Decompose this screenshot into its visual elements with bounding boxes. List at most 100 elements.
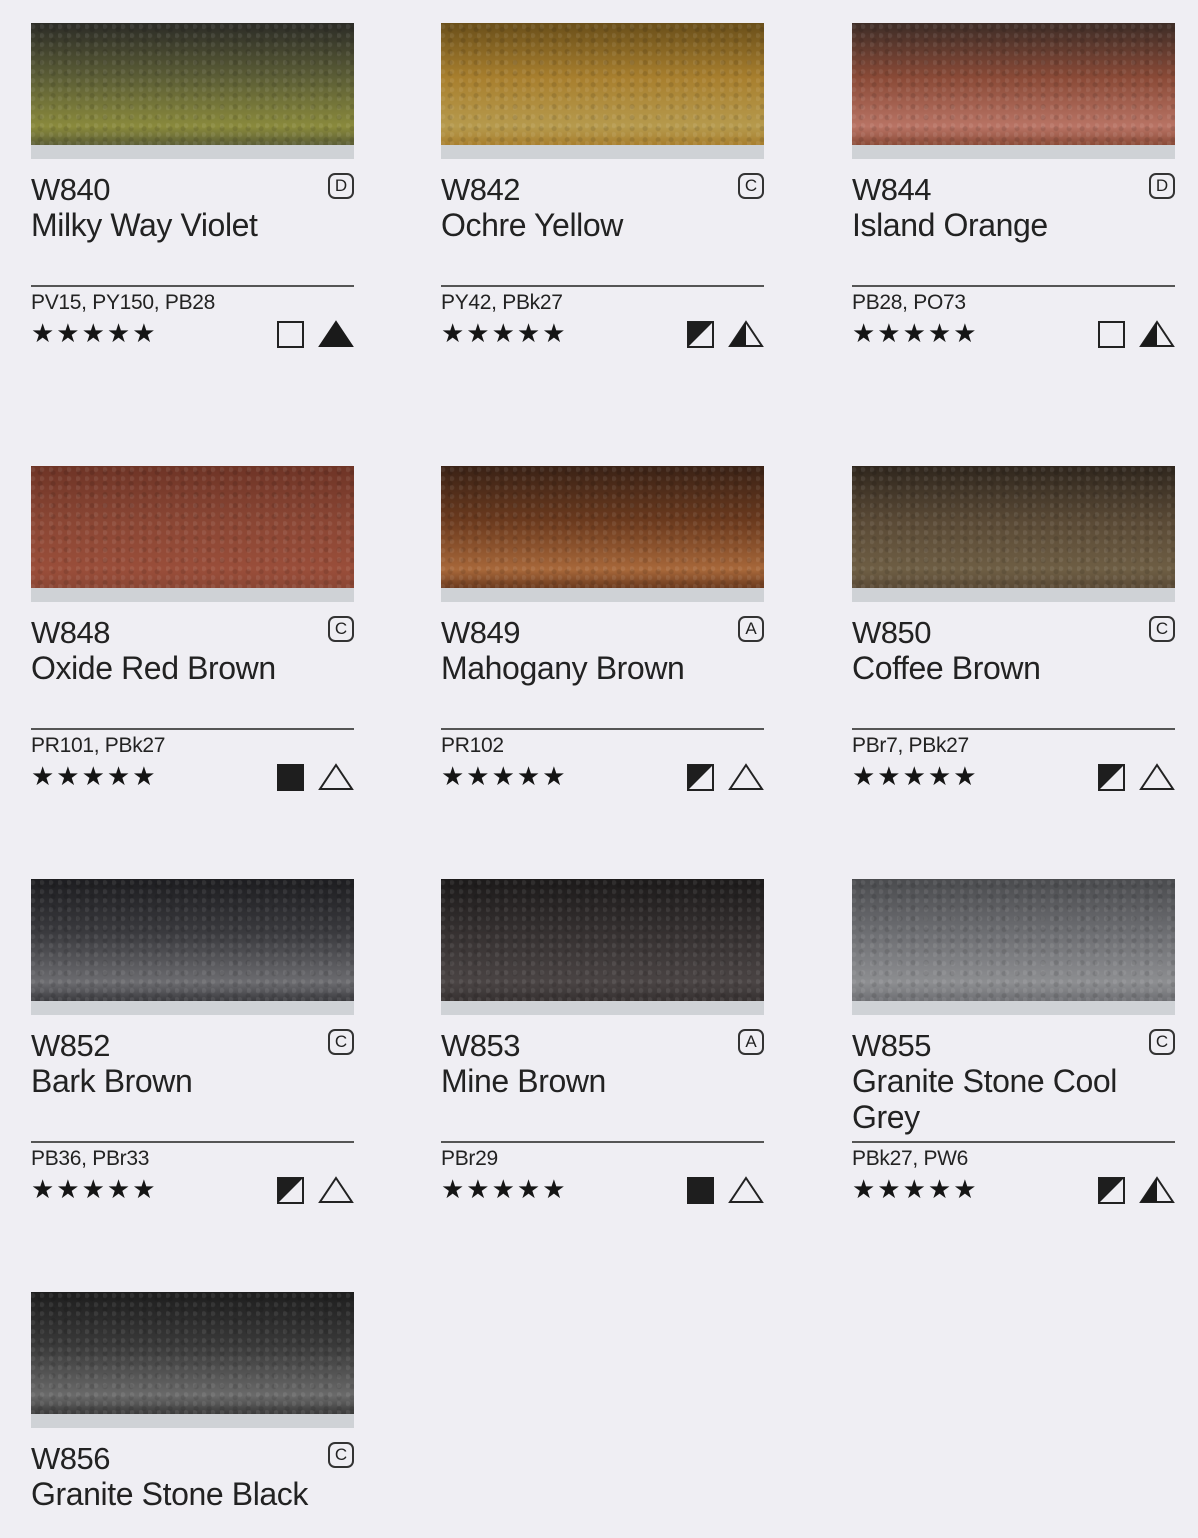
color-name: Coffee Brown [852,650,1041,686]
divider [852,1141,1175,1143]
staining-high-icon [318,320,354,347]
opacity-semi-icon [1098,763,1125,791]
color-name: Island Orange [852,207,1048,243]
staining-medium-icon [1139,1176,1175,1203]
color-swatch [31,466,354,602]
pigment-codes: PB28, PO73 [852,291,966,314]
permanence-badge: C [1149,1029,1175,1055]
opacity-semi-icon [277,1176,304,1204]
opacity-semi-icon [687,320,714,348]
pigment-codes: PR102 [441,734,504,757]
color-swatch [441,466,764,602]
lightfastness-stars: ★★★★★ [31,1174,158,1204]
swatch-card: W848 C Oxide Red Brown PR101, PBk27 ★★★★… [31,466,354,791]
staining-low-icon [728,1176,764,1203]
pigment-codes: PY42, PBk27 [441,291,563,314]
swatch-card: W850 C Coffee Brown PBr7, PBk27 ★★★★★ [852,466,1175,791]
swatch-card: W853 A Mine Brown PBr29 ★★★★★ [441,879,764,1204]
property-icons [1098,1176,1175,1204]
swatch-card: W855 C Granite Stone Cool Grey PBk27, PW… [852,879,1175,1204]
swatch-card: W856 C Granite Stone Black [31,1292,354,1512]
color-swatch [31,879,354,1015]
opacity-opaque-icon [687,1176,714,1204]
divider [852,285,1175,287]
permanence-badge: C [738,173,764,199]
color-code: W856 [31,1441,110,1476]
lightfastness-stars: ★★★★★ [852,318,979,348]
lightfastness-stars: ★★★★★ [852,761,979,791]
divider [441,728,764,730]
property-icons [687,320,764,348]
pigment-codes: PB36, PBr33 [31,1147,150,1170]
color-swatch [441,879,764,1015]
color-name: Bark Brown [31,1063,193,1099]
color-code: W844 [852,172,931,207]
property-icons [1098,320,1175,348]
opacity-transparent-icon [1098,320,1125,348]
permanence-badge: C [328,616,354,642]
lightfastness-stars: ★★★★★ [852,1174,979,1204]
color-code: W848 [31,615,110,650]
permanence-badge: C [328,1442,354,1468]
color-name: Mahogany Brown [441,650,685,686]
permanence-badge: D [1149,173,1175,199]
swatch-card: W852 C Bark Brown PB36, PBr33 ★★★★★ [31,879,354,1204]
lightfastness-stars: ★★★★★ [441,318,568,348]
swatch-card: W842 C Ochre Yellow PY42, PBk27 ★★★★★ [441,23,764,348]
lightfastness-stars: ★★★★★ [31,318,158,348]
color-name: Granite Stone Cool Grey [852,1063,1117,1135]
swatch-card: W849 A Mahogany Brown PR102 ★★★★★ [441,466,764,791]
lightfastness-stars: ★★★★★ [441,761,568,791]
opacity-transparent-icon [277,320,304,348]
permanence-badge: D [328,173,354,199]
color-swatch [441,23,764,159]
color-swatch [852,879,1175,1015]
pigment-codes: PBk27, PW6 [852,1147,969,1170]
color-swatch [852,23,1175,159]
divider [852,728,1175,730]
staining-low-icon [1139,763,1175,790]
opacity-semi-icon [1098,1176,1125,1204]
property-icons [687,1176,764,1204]
opacity-semi-icon [687,763,714,791]
pigment-codes: PBr7, PBk27 [852,734,969,757]
permanence-badge: C [1149,616,1175,642]
lightfastness-stars: ★★★★★ [31,761,158,791]
property-icons [687,763,764,791]
divider [441,1141,764,1143]
color-name: Milky Way Violet [31,207,258,243]
color-name: Ochre Yellow [441,207,623,243]
property-icons [1098,763,1175,791]
property-icons [277,320,354,348]
permanence-badge: C [328,1029,354,1055]
divider [441,285,764,287]
swatch-card: W840 D Milky Way Violet PV15, PY150, PB2… [31,23,354,348]
color-swatch [31,23,354,159]
property-icons [277,763,354,791]
lightfastness-stars: ★★★★★ [441,1174,568,1204]
color-code: W850 [852,615,931,650]
opacity-opaque-icon [277,763,304,791]
color-name: Mine Brown [441,1063,606,1099]
color-code: W849 [441,615,520,650]
staining-low-icon [728,763,764,790]
color-name: Oxide Red Brown [31,650,276,686]
divider [31,728,354,730]
staining-medium-icon [1139,320,1175,347]
color-swatch [31,1292,354,1428]
pigment-codes: PV15, PY150, PB28 [31,291,216,314]
pigment-codes: PR101, PBk27 [31,734,166,757]
pigment-codes: PBr29 [441,1147,498,1170]
color-name: Granite Stone Black [31,1476,308,1512]
color-code: W840 [31,172,110,207]
property-icons [277,1176,354,1204]
color-swatch [852,466,1175,602]
color-code: W842 [441,172,520,207]
permanence-badge: A [738,1029,764,1055]
staining-low-icon [318,1176,354,1203]
color-code: W853 [441,1028,520,1063]
divider [31,1141,354,1143]
permanence-badge: A [738,616,764,642]
color-code: W852 [31,1028,110,1063]
staining-medium-icon [728,320,764,347]
